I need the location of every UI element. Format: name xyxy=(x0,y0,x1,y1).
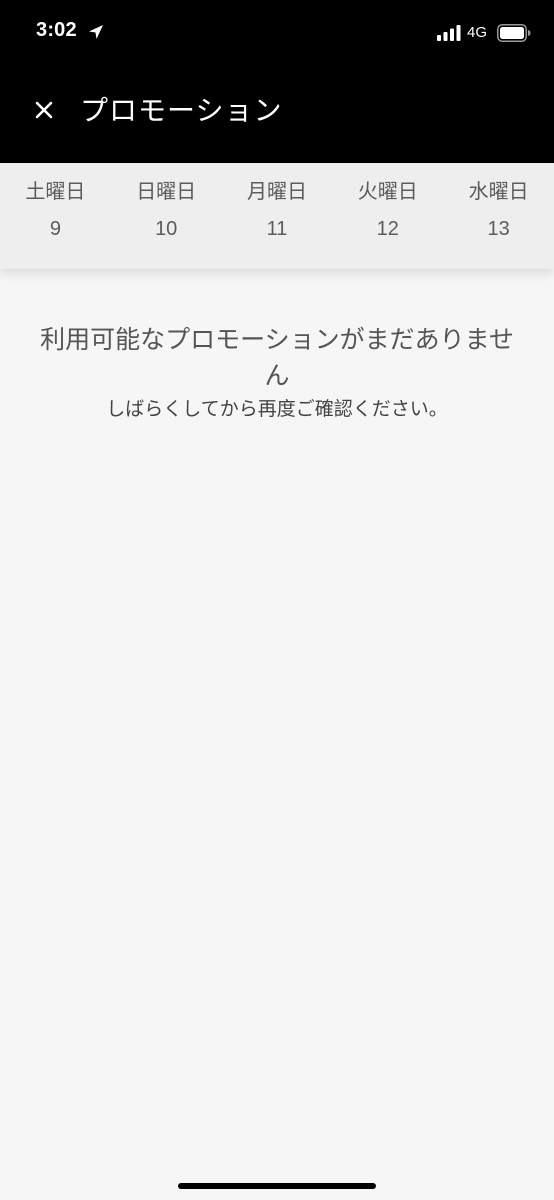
close-icon xyxy=(35,101,53,119)
day-date: 9 xyxy=(49,218,61,240)
day-weekday: 土曜日 xyxy=(25,179,86,203)
network-type: 4G xyxy=(467,24,488,41)
day-tab-sunday[interactable]: 日曜日 10 xyxy=(111,163,222,269)
day-date: 13 xyxy=(487,218,510,240)
day-date: 10 xyxy=(155,218,178,240)
header-bar: 3:02 4G プロモーション xyxy=(0,0,554,163)
empty-state-subtitle: しばらくしてから再度ご確認ください。 xyxy=(106,398,448,420)
location-arrow-icon xyxy=(89,25,103,39)
battery-icon xyxy=(497,24,531,42)
day-date: 12 xyxy=(376,218,399,240)
day-tab-monday[interactable]: 月曜日 11 xyxy=(222,163,333,269)
day-weekday: 火曜日 xyxy=(357,179,418,203)
status-time: 3:02 xyxy=(36,19,77,41)
day-weekday: 月曜日 xyxy=(246,179,307,203)
home-indicator[interactable] xyxy=(178,1183,376,1189)
day-weekday: 水曜日 xyxy=(468,179,529,203)
close-button[interactable] xyxy=(26,92,62,128)
day-tab-saturday[interactable]: 土曜日 9 xyxy=(0,163,111,269)
day-date: 11 xyxy=(266,218,288,240)
cellular-signal-icon xyxy=(437,25,461,41)
day-tab-wednesday[interactable]: 水曜日 13 xyxy=(443,163,554,269)
day-tab-tuesday[interactable]: 火曜日 12 xyxy=(332,163,443,269)
empty-state-title: 利用可能なプロモーションがまだありません xyxy=(40,325,514,390)
day-selector: 土曜日 9 日曜日 10 月曜日 11 火曜日 12 水曜日 13 xyxy=(0,163,554,269)
page-title: プロモーション xyxy=(80,94,283,127)
day-weekday: 日曜日 xyxy=(136,179,197,203)
promotions-screen: 3:02 4G プロモーション 土曜日 9 日曜日 10 月曜日 11 火曜日 … xyxy=(0,0,554,1200)
